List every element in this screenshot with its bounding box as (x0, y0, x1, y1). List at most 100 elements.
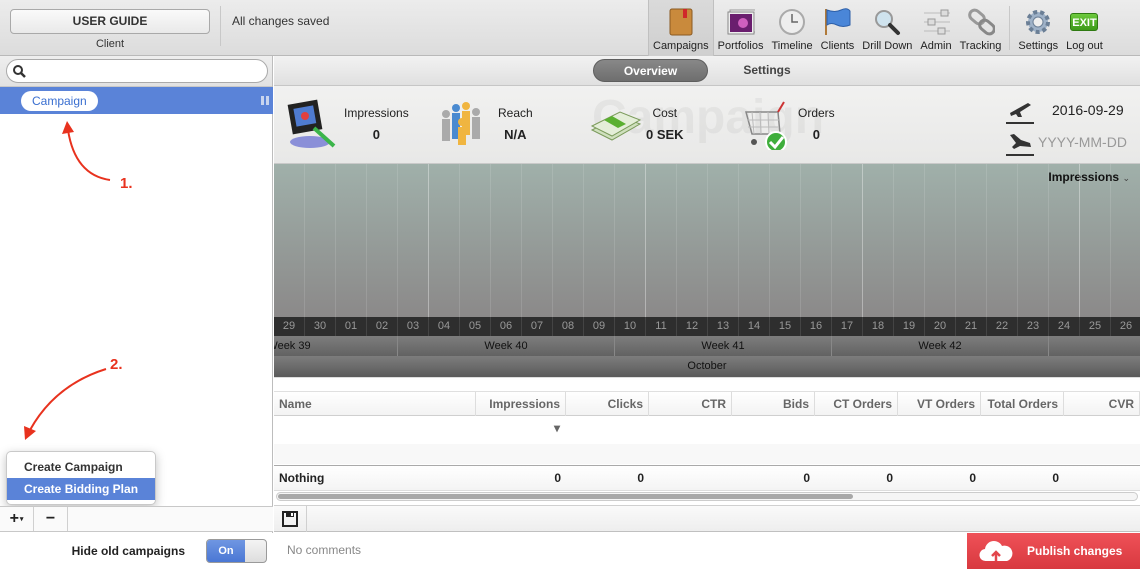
chart-gridline (738, 164, 739, 317)
metric-selector[interactable]: Impressions ⌄ (1048, 170, 1130, 184)
timeline-day: 15 (770, 317, 801, 336)
minus-icon: − (45, 510, 56, 527)
metric-selector-label: Impressions (1048, 170, 1120, 184)
stat-impressions: Impressions 0 (286, 98, 409, 150)
chevron-down-icon: ⌄ (1122, 173, 1130, 183)
column-header[interactable]: VT Orders (898, 392, 981, 416)
start-date-value[interactable]: 2016-09-29 (1052, 102, 1124, 118)
timeline-day: 22 (987, 317, 1018, 336)
stats-bar: Campaign Impressions0 ReachN/A Cost0 SEK… (274, 86, 1140, 164)
menu-item-create-bidding-plan[interactable]: Create Bidding Plan (7, 478, 155, 500)
takeoff-plane-icon (1006, 96, 1034, 124)
nav-label: Drill Down (862, 40, 913, 52)
nav-label: Admin (920, 40, 952, 52)
nav-campaigns[interactable]: Campaigns (648, 0, 714, 56)
chart-gridline (707, 164, 708, 317)
scrollbar-thumb[interactable] (278, 494, 853, 499)
timeline-chart[interactable]: Impressions ⌄ (274, 164, 1140, 317)
timeline-day: 12 (677, 317, 708, 336)
divider (1009, 6, 1011, 50)
dropdown-caret-icon: ▾ (19, 516, 24, 523)
timeline-day: 25 (1080, 317, 1111, 336)
column-header[interactable]: CTR (649, 392, 732, 416)
annotation-arrow-2 (24, 368, 107, 440)
annotation-arrow-1 (62, 121, 111, 181)
nav-drill-down[interactable]: Drill Down (858, 0, 916, 56)
horizontal-scrollbar[interactable] (276, 492, 1138, 501)
campaigns-book-icon (667, 8, 695, 36)
timeline-day: 02 (367, 317, 398, 336)
start-date-row[interactable]: 2016-09-29 (1006, 94, 1132, 126)
nav-clients[interactable]: Clients (817, 0, 859, 56)
divider (220, 6, 221, 46)
nav-log-out[interactable]: EXIT Log out (1062, 0, 1107, 56)
campaign-tree-item[interactable]: Campaign (21, 91, 98, 111)
stat-label: Impressions (344, 106, 409, 120)
column-header[interactable]: Clicks (566, 392, 649, 416)
timeline-day: 04 (429, 317, 460, 336)
stat-label: Reach (498, 106, 533, 120)
gear-icon (1024, 8, 1052, 36)
stat-value: 0 (372, 127, 380, 142)
client-label: Client (95, 38, 125, 50)
main-panel: Overview Settings Campaign Impressions0 … (274, 56, 1140, 569)
tab-settings[interactable]: Settings (734, 59, 800, 82)
timeline-day: 10 (615, 317, 646, 336)
chart-gridline (335, 164, 336, 317)
footer-cell: 0 (554, 471, 561, 485)
hide-old-campaigns-toggle[interactable]: On (206, 539, 267, 563)
stat-label: Cost (652, 106, 678, 120)
timeline-month: October (274, 356, 1140, 377)
end-date-row[interactable]: YYYY-MM-DD (1006, 126, 1132, 158)
clock-icon (778, 8, 806, 36)
nav-timeline[interactable]: Timeline (768, 0, 817, 56)
user-guide-button[interactable]: USER GUIDE (10, 9, 210, 34)
chart-gridline (459, 164, 460, 317)
nav-admin[interactable]: Admin (916, 0, 955, 56)
save-button[interactable] (274, 506, 307, 532)
timeline-day: 23 (1018, 317, 1049, 336)
search-bar (0, 56, 272, 87)
drag-handle-icon[interactable] (261, 96, 269, 105)
tab-overview[interactable]: Overview (593, 59, 708, 82)
comments-text[interactable]: No comments (287, 543, 361, 557)
column-header[interactable]: Name (274, 392, 476, 416)
plus-icon: + (9, 510, 19, 527)
publish-changes-button[interactable]: Publish changes (967, 533, 1140, 569)
column-header[interactable]: Bids (732, 392, 815, 416)
footer-cell (1064, 466, 1140, 490)
footer-cell: Nothing (279, 471, 325, 485)
timeline-week: Week 39 (274, 336, 398, 356)
chart-gridline (1110, 164, 1111, 317)
chart-gridline (304, 164, 305, 317)
remove-button[interactable]: − (34, 507, 68, 531)
nav-portfolios[interactable]: Portfolios (714, 0, 768, 56)
timeline-day: 03 (398, 317, 429, 336)
table-header: Name Impressions ▾ Clicks CTR Bids CT Orders V… (274, 391, 1140, 435)
add-button[interactable]: + ▾ (0, 507, 34, 531)
menu-item-create-campaign[interactable]: Create Campaign (7, 456, 155, 478)
date-range: 2016-09-29 YYYY-MM-DD (1006, 94, 1132, 158)
search-input[interactable] (31, 63, 261, 79)
footer-cell: 0 (886, 471, 893, 485)
search-field[interactable] (6, 59, 268, 83)
timeline-week: Week 42 (832, 336, 1049, 356)
money-stack-icon (590, 111, 642, 141)
top-bar: USER GUIDE Client All changes saved Camp… (0, 0, 1140, 56)
timeline-day: 24 (1049, 317, 1080, 336)
nav-settings[interactable]: Settings (1014, 0, 1062, 56)
end-date-input[interactable]: YYYY-MM-DD (1038, 134, 1127, 150)
column-header[interactable]: Total Orders (981, 392, 1064, 416)
column-header[interactable]: CT Orders (815, 392, 898, 416)
landing-plane-icon (1006, 128, 1034, 156)
search-icon (13, 65, 26, 78)
chart-gridline (521, 164, 522, 317)
footer-cell: 0 (803, 471, 810, 485)
nav-tracking[interactable]: Tracking (956, 0, 1006, 56)
chart-gridline (862, 164, 863, 317)
column-header[interactable]: Impressions ▾ (476, 392, 566, 435)
column-header[interactable]: CVR (1064, 392, 1140, 416)
chart-gridline (428, 164, 429, 317)
timeline-day: 26 (1111, 317, 1140, 336)
stat-label: Orders (798, 106, 835, 120)
